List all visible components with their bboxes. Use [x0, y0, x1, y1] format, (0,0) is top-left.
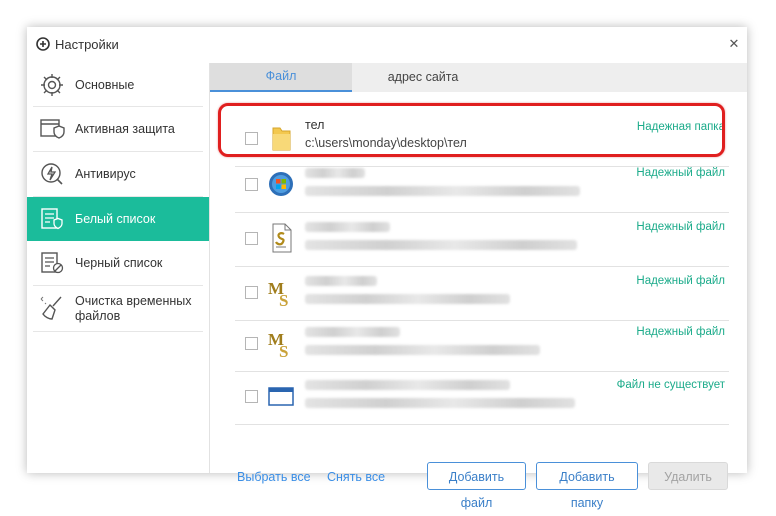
blacklist-icon [41, 252, 64, 274]
deselect-all-link[interactable]: Снять все [327, 470, 385, 484]
svg-text:S: S [279, 342, 288, 359]
ms-document-icon: M S [268, 330, 288, 359]
blurred-name [305, 168, 365, 178]
status-label: Надежный файл [636, 221, 725, 233]
tab-file[interactable]: Файл [210, 63, 352, 92]
row-checkbox[interactable] [245, 232, 258, 245]
blurred-name [305, 222, 390, 232]
sidebar-item-label: Активная защита [75, 122, 175, 136]
close-icon[interactable]: ✕ [727, 37, 741, 51]
blurred-name [305, 327, 400, 337]
svg-text:S: S [279, 291, 288, 308]
status-label: Надежный файл [636, 326, 725, 338]
blurred-path [305, 345, 540, 355]
script-file-icon [272, 223, 292, 253]
sidebar-item-label: Основные [75, 78, 135, 92]
list-item[interactable]: Надежный файл [235, 160, 729, 213]
row-checkbox[interactable] [245, 178, 258, 191]
ms-document-icon: M S [268, 279, 288, 308]
sidebar-item-label: Антивирус [75, 167, 136, 181]
window-title: Настройки [55, 37, 119, 52]
status-label: Надежный файл [636, 275, 725, 287]
blurred-path [305, 186, 580, 196]
list-item[interactable]: Файл не существует [235, 372, 729, 425]
lightning-scan-icon [41, 163, 63, 185]
sidebar-item-active-protection[interactable]: Активная защита [27, 107, 209, 151]
divider [33, 331, 203, 332]
shield-window-icon [40, 119, 65, 139]
status-label: Надежный файл [636, 167, 725, 179]
sidebar-item-whitelist[interactable]: Белый список [27, 197, 209, 241]
sidebar-item-temp-cleanup[interactable]: Очистка временных файлов [27, 286, 209, 332]
list-item[interactable]: M S Надежный файл [235, 268, 729, 321]
whitelist-icon [41, 208, 63, 230]
main-panel: Файл адрес сайта тел c:\users\monday\des… [210, 63, 747, 510]
sidebar-item-label: Белый список [75, 212, 156, 226]
sidebar-item-label: Черный список [75, 256, 163, 270]
list-item[interactable]: M S Надежный файл [235, 319, 729, 372]
settings-window: Настройки ✕ Основные Активная защита Ант… [27, 27, 747, 510]
broom-icon [40, 296, 62, 320]
select-all-link[interactable]: Выбрать все [237, 470, 311, 484]
blurred-name [305, 276, 377, 286]
app-logo-icon [36, 37, 50, 51]
blurred-name [305, 380, 510, 390]
row-checkbox[interactable] [245, 286, 258, 299]
blurred-path [305, 398, 575, 408]
gear-icon [41, 74, 63, 96]
add-folder-button[interactable]: Добавить папку [536, 462, 638, 510]
status-label: Файл не существует [616, 379, 725, 391]
windows-app-icon [269, 172, 293, 196]
tab-website[interactable]: адрес сайта [352, 63, 494, 92]
sidebar-item-general[interactable]: Основные [27, 63, 209, 107]
title-bar: Настройки ✕ [27, 27, 747, 63]
list-item[interactable]: Надежный файл [235, 214, 729, 267]
row-checkbox[interactable] [245, 390, 258, 403]
sidebar-item-blacklist[interactable]: Черный список [27, 241, 209, 285]
sidebar: Основные Активная защита Антивирус Белый… [27, 63, 210, 473]
sidebar-item-antivirus[interactable]: Антивирус [27, 152, 209, 196]
tab-bar: Файл адрес сайта [210, 63, 747, 92]
row-checkbox[interactable] [245, 337, 258, 350]
sidebar-item-label: Очистка временных файлов [75, 294, 192, 323]
highlight-frame [218, 103, 725, 157]
window-icon [268, 387, 294, 406]
blurred-path [305, 294, 510, 304]
add-file-button[interactable]: Добавить файл [427, 462, 526, 510]
delete-button[interactable]: Удалить [648, 462, 728, 490]
blurred-path [305, 240, 577, 250]
